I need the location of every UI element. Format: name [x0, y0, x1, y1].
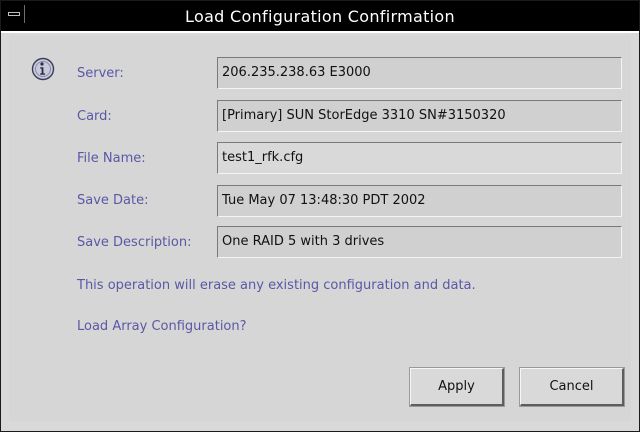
server-label: Server:: [77, 66, 124, 81]
dialog-window: Load Configuration Confirmation Server: …: [0, 0, 640, 432]
save-date-label: Save Date:: [77, 193, 149, 208]
file-name-field: test1_rfk.cfg: [217, 142, 622, 174]
save-date-field: Tue May 07 13:48:30 PDT 2002: [217, 185, 622, 217]
cancel-button[interactable]: Cancel: [519, 367, 625, 407]
apply-button[interactable]: Apply: [409, 367, 505, 407]
card-field: [Primary] SUN StorEdge 3310 SN#3150320: [217, 100, 622, 132]
confirmation-question: Load Array Configuration?: [77, 319, 247, 334]
file-name-label: File Name:: [77, 151, 146, 166]
dialog-title: Load Configuration Confirmation: [185, 7, 455, 26]
save-description-field: One RAID 5 with 3 drives: [217, 226, 622, 258]
title-bar: Load Configuration Confirmation: [1, 1, 639, 33]
dialog-content: Server: 206.235.238.63 E3000 Card: [Prim…: [9, 35, 631, 421]
info-icon: [31, 57, 55, 81]
server-field: 206.235.238.63 E3000: [217, 57, 622, 89]
card-label: Card:: [77, 109, 112, 124]
save-description-label: Save Description:: [77, 235, 192, 250]
warning-message: This operation will erase any existing c…: [77, 278, 476, 293]
